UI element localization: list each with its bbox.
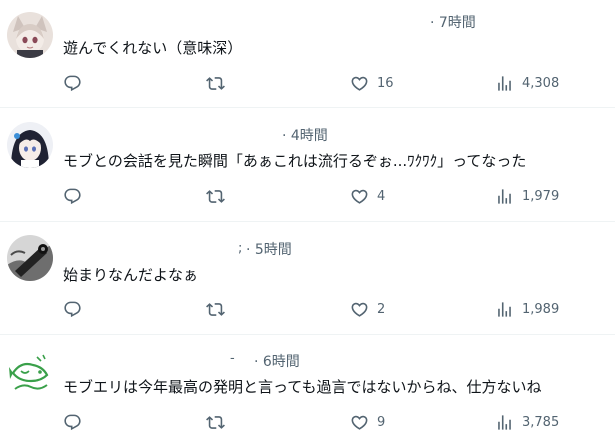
- heart-icon: [350, 300, 369, 319]
- views-button[interactable]: 3,785: [495, 412, 559, 432]
- views-button[interactable]: 1,979: [495, 186, 559, 206]
- avatar[interactable]: [7, 12, 53, 58]
- reply-icon: [63, 187, 82, 206]
- avatar[interactable]: [7, 349, 53, 395]
- tweet-text: 遊んでくれない（意味深）: [63, 39, 243, 57]
- retweet-icon: [206, 300, 225, 319]
- like-button[interactable]: 4: [350, 186, 385, 206]
- retweet-icon: [206, 413, 225, 432]
- author-name-fragment[interactable]: -: [230, 351, 235, 366]
- like-count: 9: [377, 414, 386, 430]
- retweet-icon: [206, 187, 225, 206]
- tweet-1[interactable]: · 7時間 遊んでくれない（意味深） 16 4,308: [0, 0, 615, 107]
- tweet-text: 始まりなんだよなぁ: [63, 266, 199, 284]
- reply-icon: [63, 300, 82, 319]
- retweet-button[interactable]: [206, 73, 233, 93]
- retweet-icon: [206, 74, 225, 93]
- tweet-text: モブとの会話を見た瞬間「あぁこれは流行るぞぉ...ﾜｸﾜｸ」ってなった: [63, 152, 527, 170]
- retweet-button[interactable]: [206, 412, 233, 432]
- reply-icon: [63, 413, 82, 432]
- tweet-2[interactable]: · 4時間 モブとの会話を見た瞬間「あぁこれは流行るぞぉ...ﾜｸﾜｸ」ってなっ…: [0, 108, 615, 221]
- view-count: 1,979: [522, 188, 560, 204]
- views-chart-icon: [495, 413, 514, 432]
- avatar[interactable]: [7, 235, 53, 281]
- tweet-time[interactable]: · 6時間: [254, 351, 300, 371]
- like-button[interactable]: 16: [350, 73, 394, 93]
- views-chart-icon: [495, 187, 514, 206]
- tweet-actions: 16 4,308: [63, 73, 615, 93]
- tweet-time[interactable]: · 4時間: [282, 125, 328, 145]
- tweet-actions: 2 1,989: [63, 299, 615, 319]
- views-button[interactable]: 4,308: [495, 73, 559, 93]
- heart-icon: [350, 413, 369, 432]
- heart-icon: [350, 187, 369, 206]
- tweet-time[interactable]: · 7時間: [430, 12, 476, 32]
- reply-button[interactable]: [63, 73, 90, 93]
- reply-button[interactable]: [63, 299, 90, 319]
- like-button[interactable]: 2: [350, 299, 385, 319]
- avatar[interactable]: [7, 122, 53, 168]
- author-name-fragment[interactable]: ;: [238, 241, 242, 256]
- like-count: 2: [377, 301, 386, 317]
- tweet-text: モブエリは今年最高の発明と言っても過言ではないからね、仕方ないね: [63, 378, 542, 396]
- like-count: 16: [377, 75, 394, 91]
- retweet-button[interactable]: [206, 299, 233, 319]
- reply-icon: [63, 74, 82, 93]
- tweet-4[interactable]: - · 6時間 モブエリは今年最高の発明と言っても過言ではないからね、仕方ないね…: [0, 335, 615, 436]
- tweet-actions: 4 1,979: [63, 186, 615, 206]
- tweet-3[interactable]: ; · 5時間 始まりなんだよなぁ 2 1,989: [0, 222, 615, 334]
- views-button[interactable]: 1,989: [495, 299, 559, 319]
- tweet-actions: 9 3,785: [63, 412, 615, 432]
- tweet-time[interactable]: · 5時間: [246, 239, 292, 259]
- retweet-button[interactable]: [206, 186, 233, 206]
- like-count: 4: [377, 188, 386, 204]
- view-count: 1,989: [522, 301, 560, 317]
- reply-button[interactable]: [63, 186, 90, 206]
- heart-icon: [350, 74, 369, 93]
- views-chart-icon: [495, 300, 514, 319]
- views-chart-icon: [495, 74, 514, 93]
- reply-button[interactable]: [63, 412, 90, 432]
- view-count: 3,785: [522, 414, 560, 430]
- like-button[interactable]: 9: [350, 412, 385, 432]
- view-count: 4,308: [522, 75, 560, 91]
